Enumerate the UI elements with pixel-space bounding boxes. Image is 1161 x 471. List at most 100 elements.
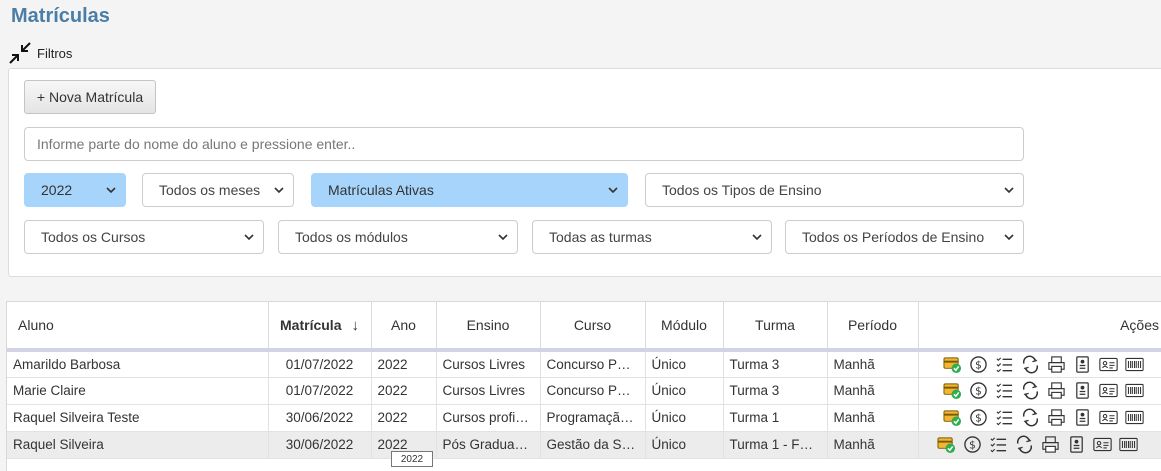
cell-teaching: Pós Graduação <box>436 431 541 459</box>
class-select[interactable]: Todas as turmas <box>532 220 772 254</box>
new-enrollment-button[interactable]: + Nova Matrícula <box>24 80 156 114</box>
svg-text:$: $ <box>975 412 982 424</box>
id-card-icon[interactable] <box>1098 381 1118 400</box>
table-header-row: Aluno Matrícula ↓ Ano Ensino Curso Módulo… <box>7 302 1161 352</box>
cell-teaching: Cursos profis… <box>436 404 541 432</box>
cell-year: 2022 <box>371 350 437 378</box>
cell-enrollment-date: 01/07/2022 <box>268 350 372 378</box>
chevron-down-icon <box>1004 234 1014 240</box>
svg-text:$: $ <box>975 385 982 397</box>
cell-enrollment-date: 30/06/2022 <box>268 404 372 432</box>
module-select-value: Todos os módulos <box>295 229 408 245</box>
id-card-icon[interactable] <box>1098 408 1118 427</box>
payment-card-icon[interactable] <box>942 408 962 427</box>
cell-student: Amarildo Barbosa <box>7 350 269 378</box>
column-header-course[interactable]: Curso <box>540 302 646 352</box>
cell-year: 2022 <box>371 377 437 405</box>
print-icon[interactable] <box>1047 355 1066 374</box>
enrollments-table: Aluno Matrícula ↓ Ano Ensino Curso Módulo… <box>7 302 1161 459</box>
chevron-down-icon <box>608 187 618 193</box>
table-row[interactable]: Raquel Silveira Teste 30/06/2022 2022 Curso… <box>7 404 1161 432</box>
document-icon[interactable] <box>1067 435 1086 454</box>
student-search-input[interactable] <box>24 127 1024 161</box>
table-row[interactable]: Raquel Silveira 30/06/2022 2022 Pós Graduaç… <box>7 431 1161 459</box>
status-select-value: Matrículas Ativas <box>328 182 434 198</box>
checklist-icon[interactable] <box>995 355 1014 374</box>
column-header-year[interactable]: Ano <box>371 302 437 352</box>
cell-period: Manhã <box>827 377 919 405</box>
cell-student: Raquel Silveira Teste <box>7 404 269 432</box>
status-select[interactable]: Matrículas Ativas <box>311 173 628 207</box>
cell-period: Manhã <box>827 431 919 459</box>
table-row[interactable]: Marie Claire 01/07/2022 2022 Cursos Livres C… <box>7 377 1161 405</box>
id-card-icon[interactable] <box>1092 435 1112 454</box>
cell-module: Único <box>645 431 724 459</box>
teaching-type-select[interactable]: Todos os Tipos de Ensino <box>645 173 1024 207</box>
checklist-icon[interactable] <box>989 435 1008 454</box>
cell-module: Único <box>645 350 724 378</box>
cell-period: Manhã <box>827 404 919 432</box>
column-header-student[interactable]: Aluno <box>7 302 269 352</box>
cell-class: Turma 1 - For… <box>723 431 828 459</box>
document-icon[interactable] <box>1073 408 1092 427</box>
module-select[interactable]: Todos os módulos <box>278 220 518 254</box>
table-row[interactable]: Amarildo Barbosa 01/07/2022 2022 Cursos Liv… <box>7 350 1161 378</box>
collapse-icon[interactable] <box>9 42 31 64</box>
year-select[interactable]: 2022 <box>24 173 126 207</box>
barcode-icon[interactable] <box>1118 435 1138 454</box>
chevron-down-icon <box>244 234 254 240</box>
transfer-icon[interactable] <box>1021 408 1040 427</box>
column-header-teaching[interactable]: Ensino <box>436 302 541 352</box>
document-icon[interactable] <box>1073 381 1092 400</box>
barcode-icon[interactable] <box>1124 408 1144 427</box>
money-icon[interactable]: $ <box>969 355 988 374</box>
print-icon[interactable] <box>1047 408 1066 427</box>
cell-actions: $ <box>918 350 1161 378</box>
transfer-icon[interactable] <box>1021 381 1040 400</box>
chevron-down-icon <box>498 234 508 240</box>
print-icon[interactable] <box>1047 381 1066 400</box>
page-title: Matrículas <box>11 5 110 27</box>
cell-actions: $ <box>918 377 1161 405</box>
cell-enrollment-date: 01/07/2022 <box>268 377 372 405</box>
cell-class: Turma 1 <box>723 404 828 432</box>
chevron-down-icon <box>274 187 284 193</box>
transfer-icon[interactable] <box>1021 355 1040 374</box>
payment-card-icon[interactable] <box>942 355 962 374</box>
column-header-enrollment-date[interactable]: Matrícula ↓ <box>268 302 372 352</box>
cell-module: Único <box>645 404 724 432</box>
column-header-class[interactable]: Turma <box>723 302 828 352</box>
filters-toggle[interactable]: Filtros <box>9 42 72 64</box>
print-icon[interactable] <box>1041 435 1060 454</box>
document-icon[interactable] <box>1073 355 1092 374</box>
money-icon[interactable]: $ <box>969 408 988 427</box>
transfer-icon[interactable] <box>1015 435 1034 454</box>
checklist-icon[interactable] <box>995 381 1014 400</box>
id-card-icon[interactable] <box>1098 355 1118 374</box>
cell-class: Turma 3 <box>723 350 828 378</box>
column-header-module[interactable]: Módulo <box>645 302 724 352</box>
cell-course: Concurso PM… <box>540 350 646 378</box>
barcode-icon[interactable] <box>1124 381 1144 400</box>
cell-module: Único <box>645 377 724 405</box>
cell-actions: $ <box>918 431 1161 459</box>
year-select-value: 2022 <box>41 182 73 198</box>
money-icon[interactable]: $ <box>963 435 982 454</box>
column-header-period[interactable]: Período <box>827 302 919 352</box>
chevron-down-icon <box>106 187 116 193</box>
barcode-icon[interactable] <box>1124 355 1144 374</box>
checklist-icon[interactable] <box>995 408 1014 427</box>
payment-card-icon[interactable] <box>942 381 962 400</box>
period-select[interactable]: Todos os Períodos de Ensino <box>785 220 1024 254</box>
payment-card-icon[interactable] <box>936 435 956 454</box>
column-header-actions: Ações <box>918 302 1161 352</box>
class-select-value: Todas as turmas <box>549 229 652 245</box>
filters-label: Filtros <box>37 45 73 61</box>
course-select-value: Todos os Cursos <box>41 229 146 245</box>
chevron-down-icon <box>1004 187 1014 193</box>
teaching-type-select-value: Todos os Tipos de Ensino <box>662 182 822 198</box>
cell-teaching: Cursos Livres <box>436 350 541 378</box>
month-select[interactable]: Todos os meses <box>142 173 294 207</box>
money-icon[interactable]: $ <box>969 381 988 400</box>
course-select[interactable]: Todos os Cursos <box>24 220 264 254</box>
